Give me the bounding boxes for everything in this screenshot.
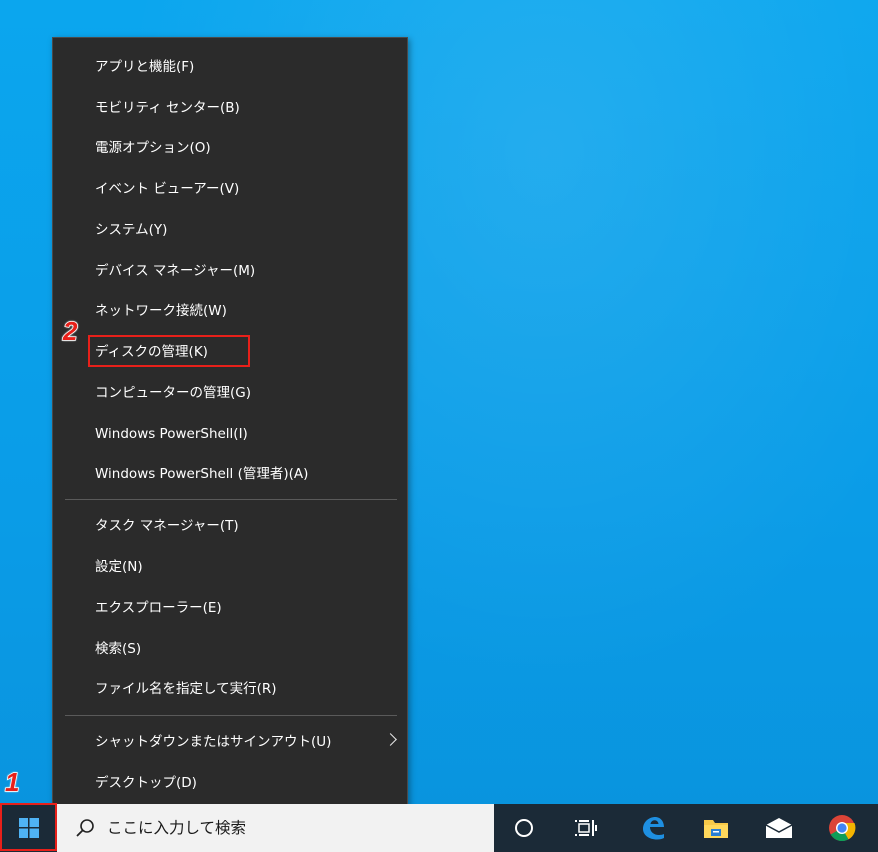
chevron-right-icon xyxy=(384,733,397,746)
menu-item-desktop[interactable]: デスクトップ(D) xyxy=(53,763,407,803)
menu-separator xyxy=(65,499,397,500)
menu-item-powershell-admin[interactable]: Windows PowerShell (管理者)(A) xyxy=(53,454,407,494)
menu-item-label: シャットダウンまたはサインアウト(U) xyxy=(95,734,332,750)
menu-item-run[interactable]: ファイル名を指定して実行(R) xyxy=(53,669,407,709)
taskbar-search-box[interactable]: ここに入力して検索 xyxy=(57,804,494,852)
menu-separator xyxy=(65,715,397,716)
task-view-icon xyxy=(575,820,597,836)
highlight-box-disk-management xyxy=(88,335,250,367)
cortana-button[interactable] xyxy=(496,804,552,852)
file-explorer-icon xyxy=(704,820,728,838)
menu-item-device-manager[interactable]: デバイス マネージャー(M) xyxy=(53,251,407,291)
file-explorer-button[interactable] xyxy=(688,804,744,852)
menu-item-settings[interactable]: 設定(N) xyxy=(53,547,407,587)
step-number-1: 1 xyxy=(4,766,20,798)
menu-item-power-options[interactable]: 電源オプション(O) xyxy=(53,128,407,168)
winx-context-menu: アプリと機能(F) モビリティ センター(B) 電源オプション(O) イベント … xyxy=(52,37,408,811)
menu-item-search[interactable]: 検索(S) xyxy=(53,629,407,669)
menu-item-computer-management[interactable]: コンピューターの管理(G) xyxy=(53,373,407,413)
mail-button[interactable] xyxy=(751,804,807,852)
menu-item-apps-and-features[interactable]: アプリと機能(F) xyxy=(53,47,407,87)
cortana-icon xyxy=(515,819,533,837)
menu-item-explorer[interactable]: エクスプローラー(E) xyxy=(53,588,407,628)
edge-button[interactable] xyxy=(625,804,681,852)
mail-icon xyxy=(765,818,793,838)
menu-item-powershell[interactable]: Windows PowerShell(I) xyxy=(53,414,407,454)
taskbar: ここに入力して検索 xyxy=(0,804,878,852)
highlight-box-start-button xyxy=(0,803,57,851)
search-placeholder: ここに入力して検索 xyxy=(107,819,247,837)
menu-item-system[interactable]: システム(Y) xyxy=(53,210,407,250)
step-number-2: 2 xyxy=(62,315,78,347)
menu-item-mobility-center[interactable]: モビリティ センター(B) xyxy=(53,88,407,128)
search-icon xyxy=(76,819,94,837)
chrome-button[interactable] xyxy=(814,804,870,852)
task-view-button[interactable] xyxy=(558,804,614,852)
menu-item-task-manager[interactable]: タスク マネージャー(T) xyxy=(53,506,407,546)
menu-item-event-viewer[interactable]: イベント ビューアー(V) xyxy=(53,169,407,209)
edge-icon xyxy=(643,817,664,840)
chrome-icon xyxy=(829,815,856,842)
menu-item-network-connections[interactable]: ネットワーク接続(W) xyxy=(53,291,407,331)
menu-item-shutdown-signout[interactable]: シャットダウンまたはサインアウト(U) xyxy=(53,722,407,762)
